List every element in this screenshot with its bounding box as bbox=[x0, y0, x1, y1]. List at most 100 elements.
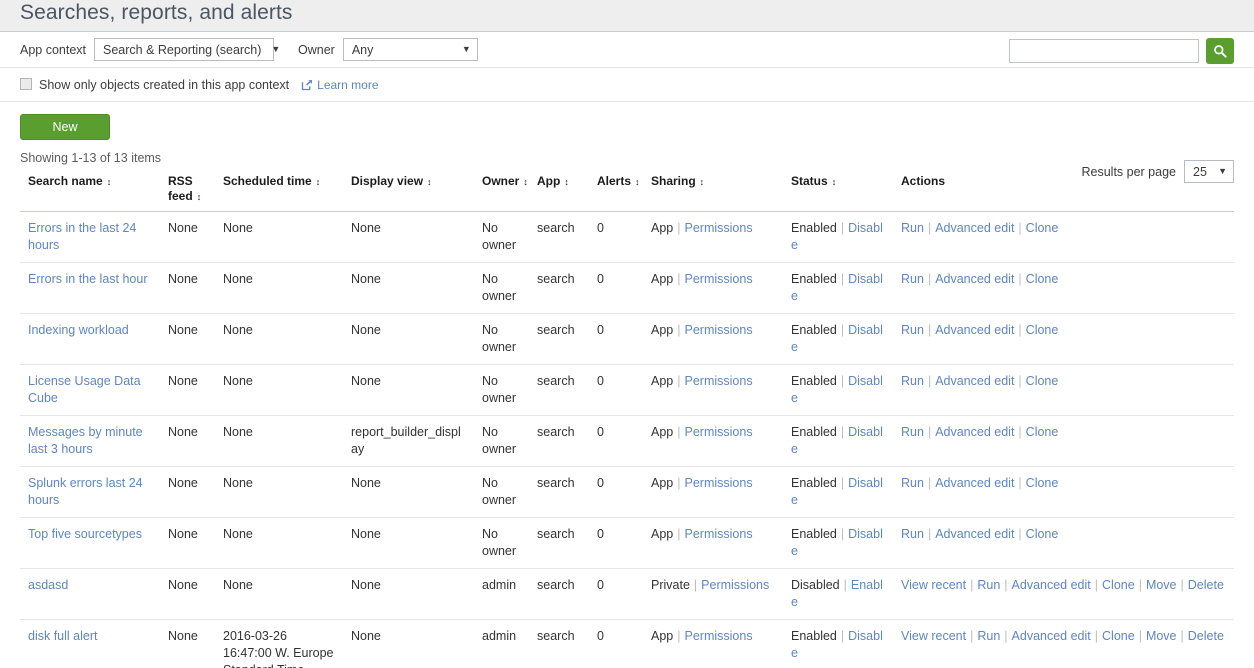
action-clone-link[interactable]: Clone bbox=[1026, 425, 1059, 439]
column-header-status[interactable]: Status ↕ bbox=[783, 168, 893, 212]
column-header-display-view[interactable]: Display view ↕ bbox=[343, 168, 474, 212]
column-header-label: Scheduled time bbox=[223, 174, 312, 188]
action-run-link[interactable]: Run bbox=[977, 578, 1000, 592]
action-clone-link[interactable]: Clone bbox=[1026, 272, 1059, 286]
search-name-link[interactable]: Splunk errors last 24 hours bbox=[28, 476, 143, 507]
column-header-alerts[interactable]: Alerts ↕ bbox=[589, 168, 643, 212]
cell-scheduled-time: 2016-03-26 16:47:00 W. Europe Standard T… bbox=[215, 619, 343, 668]
action-move-link[interactable]: Move bbox=[1146, 629, 1177, 643]
permissions-link[interactable]: Permissions bbox=[685, 527, 753, 541]
learn-more-link[interactable]: Learn more bbox=[301, 78, 379, 92]
column-header-app[interactable]: App ↕ bbox=[529, 168, 589, 212]
column-header-scheduled-time[interactable]: Scheduled time ↕ bbox=[215, 168, 343, 212]
app-context-filter-row: Show only objects created in this app co… bbox=[0, 68, 1254, 102]
action-move-link[interactable]: Move bbox=[1146, 578, 1177, 592]
permissions-link[interactable]: Permissions bbox=[685, 629, 753, 643]
results-per-page-value: 25 bbox=[1193, 164, 1207, 179]
cell-alerts: 0 bbox=[589, 517, 643, 569]
separator: | bbox=[677, 629, 681, 643]
sharing-scope-label: App bbox=[651, 527, 674, 541]
separator: | bbox=[927, 425, 932, 439]
show-only-app-context-checkbox[interactable] bbox=[20, 77, 32, 90]
search-name-link[interactable]: disk full alert bbox=[28, 629, 97, 643]
column-header-search-name[interactable]: Search name ↕ bbox=[20, 168, 160, 212]
action-advanced-edit-link[interactable]: Advanced edit bbox=[935, 476, 1014, 490]
status-label: Disabled bbox=[791, 578, 840, 592]
permissions-link[interactable]: Permissions bbox=[701, 578, 769, 592]
column-header-sharing[interactable]: Sharing ↕ bbox=[643, 168, 783, 212]
permissions-link[interactable]: Permissions bbox=[685, 476, 753, 490]
search-name-link[interactable]: asdasd bbox=[28, 578, 68, 592]
action-view-recent-link[interactable]: View recent bbox=[901, 578, 966, 592]
separator: | bbox=[840, 527, 845, 541]
show-only-app-context-label: Show only objects created in this app co… bbox=[39, 77, 290, 92]
cell-search-name: Top five sourcetypes bbox=[20, 517, 160, 569]
action-clone-link[interactable]: Clone bbox=[1026, 527, 1059, 541]
search-name-link[interactable]: Errors in the last hour bbox=[28, 272, 148, 286]
action-advanced-edit-link[interactable]: Advanced edit bbox=[935, 272, 1014, 286]
action-run-link[interactable]: Run bbox=[901, 272, 924, 286]
chevron-down-icon: ▼ bbox=[1218, 166, 1227, 176]
action-delete-link[interactable]: Delete bbox=[1188, 629, 1224, 643]
action-run-link[interactable]: Run bbox=[901, 527, 924, 541]
filter-bar: App context Search & Reporting (search) … bbox=[0, 32, 1254, 68]
column-header-owner[interactable]: Owner ↕ bbox=[474, 168, 529, 212]
action-run-link[interactable]: Run bbox=[901, 323, 924, 337]
action-delete-link[interactable]: Delete bbox=[1188, 578, 1224, 592]
sort-arrows-icon: ↕ bbox=[427, 177, 431, 187]
search-input[interactable] bbox=[1009, 39, 1199, 63]
action-advanced-edit-link[interactable]: Advanced edit bbox=[935, 221, 1014, 235]
search-name-link[interactable]: Errors in the last 24 hours bbox=[28, 221, 136, 252]
cell-status: Enabled | Disable bbox=[783, 517, 893, 569]
action-advanced-edit-link[interactable]: Advanced edit bbox=[935, 323, 1014, 337]
action-advanced-edit-link[interactable]: Advanced edit bbox=[1012, 578, 1091, 592]
action-clone-link[interactable]: Clone bbox=[1026, 323, 1059, 337]
action-view-recent-link[interactable]: View recent bbox=[901, 629, 966, 643]
cell-rss-feed: None bbox=[160, 313, 215, 365]
permissions-link[interactable]: Permissions bbox=[685, 323, 753, 337]
cell-scheduled-time: None bbox=[215, 313, 343, 365]
search-name-link[interactable]: Indexing workload bbox=[28, 323, 129, 337]
owner-select[interactable]: Any ▼ bbox=[342, 38, 478, 61]
external-link-icon bbox=[301, 79, 313, 91]
separator: | bbox=[840, 629, 845, 643]
column-header-label: App bbox=[537, 174, 561, 188]
permissions-link[interactable]: Permissions bbox=[685, 221, 753, 235]
action-run-link[interactable]: Run bbox=[901, 425, 924, 439]
cell-app: search bbox=[529, 517, 589, 569]
action-run-link[interactable]: Run bbox=[901, 374, 924, 388]
separator: | bbox=[1094, 629, 1099, 643]
permissions-link[interactable]: Permissions bbox=[685, 374, 753, 388]
action-run-link[interactable]: Run bbox=[901, 476, 924, 490]
action-advanced-edit-link[interactable]: Advanced edit bbox=[935, 527, 1014, 541]
cell-owner: No owner bbox=[474, 211, 529, 263]
action-clone-link[interactable]: Clone bbox=[1026, 374, 1059, 388]
column-header-label: Alerts bbox=[597, 174, 632, 188]
action-clone-link[interactable]: Clone bbox=[1102, 629, 1135, 643]
column-header-rss-feed[interactable]: RSS feed ↕ bbox=[160, 168, 215, 212]
action-advanced-edit-link[interactable]: Advanced edit bbox=[1012, 629, 1091, 643]
results-per-page-select[interactable]: 25 ▼ bbox=[1184, 160, 1234, 183]
cell-alerts: 0 bbox=[589, 619, 643, 668]
search-name-link[interactable]: Messages by minute last 3 hours bbox=[28, 425, 143, 456]
search-name-link[interactable]: Top five sourcetypes bbox=[28, 527, 142, 541]
app-context-select[interactable]: Search & Reporting (search) ▼ bbox=[94, 38, 280, 61]
search-button[interactable] bbox=[1206, 38, 1234, 64]
action-run-link[interactable]: Run bbox=[977, 629, 1000, 643]
showing-count: Showing 1-13 of 13 items bbox=[20, 151, 162, 165]
cell-scheduled-time: None bbox=[215, 364, 343, 416]
cell-rss-feed: None bbox=[160, 211, 215, 263]
cell-owner: No owner bbox=[474, 364, 529, 416]
permissions-link[interactable]: Permissions bbox=[685, 425, 753, 439]
action-clone-link[interactable]: Clone bbox=[1026, 476, 1059, 490]
new-button[interactable]: New bbox=[20, 114, 110, 140]
action-run-link[interactable]: Run bbox=[901, 221, 924, 235]
cell-alerts: 0 bbox=[589, 211, 643, 263]
table-row: Errors in the last hour None None None No ow… bbox=[20, 262, 1234, 314]
action-advanced-edit-link[interactable]: Advanced edit bbox=[935, 425, 1014, 439]
search-name-link[interactable]: License Usage Data Cube bbox=[28, 374, 141, 405]
action-clone-link[interactable]: Clone bbox=[1026, 221, 1059, 235]
permissions-link[interactable]: Permissions bbox=[685, 272, 753, 286]
action-advanced-edit-link[interactable]: Advanced edit bbox=[935, 374, 1014, 388]
action-clone-link[interactable]: Clone bbox=[1102, 578, 1135, 592]
